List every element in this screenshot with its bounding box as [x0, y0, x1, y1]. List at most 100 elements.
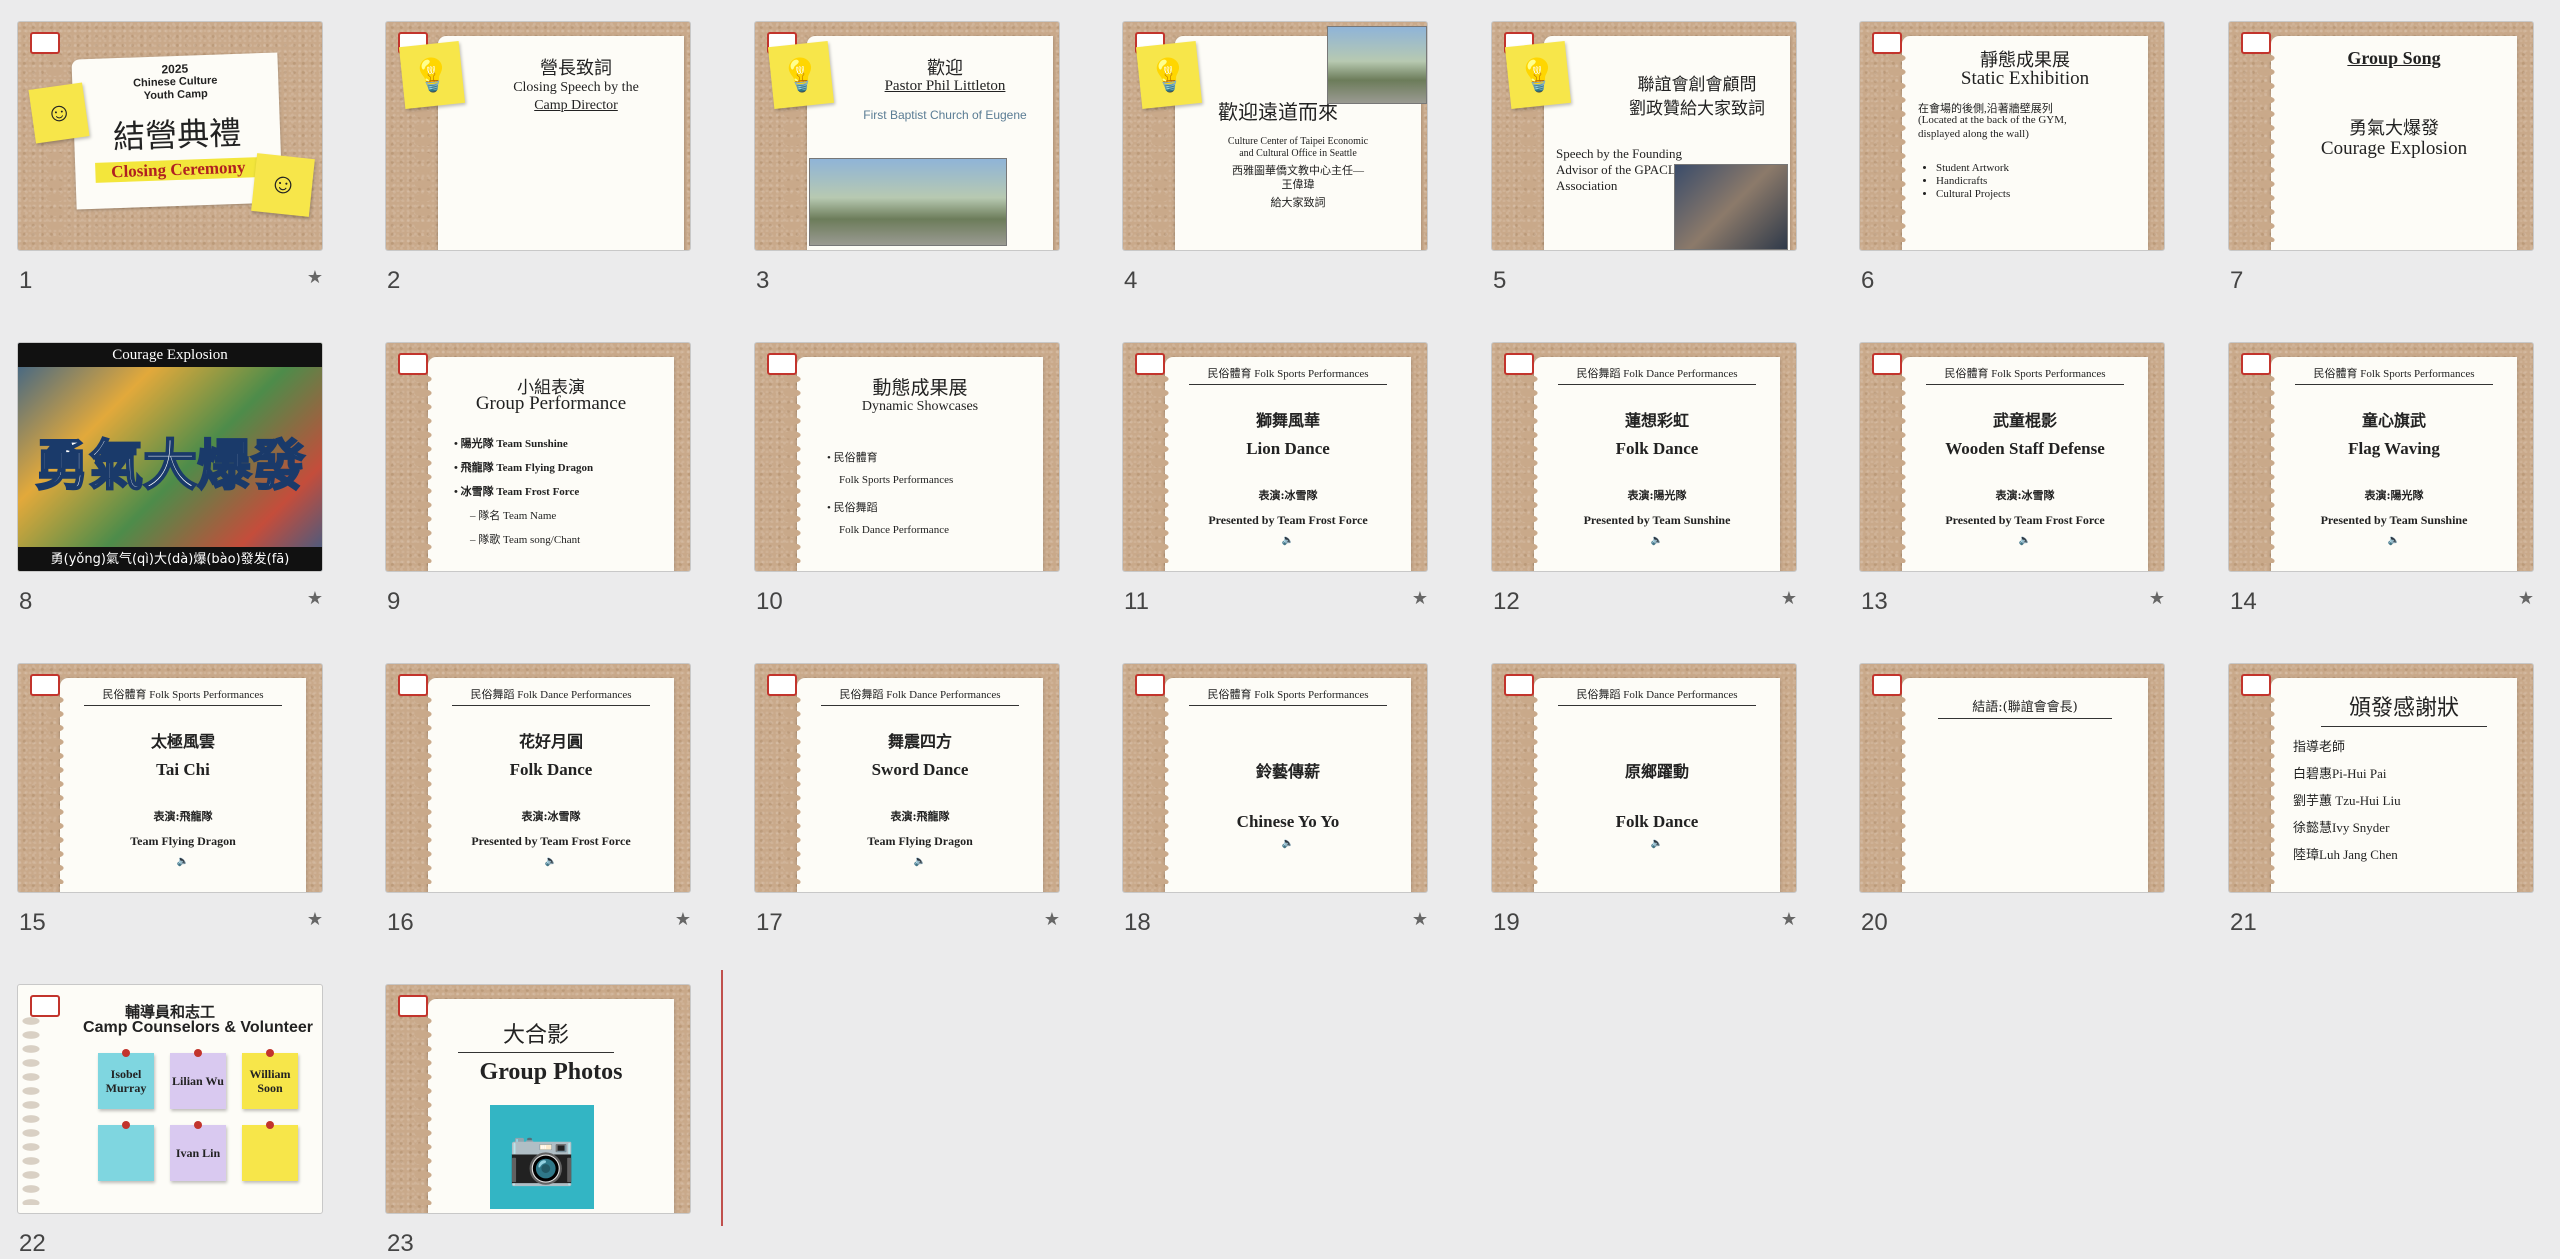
- lightbulb-note-icon: 💡: [1135, 41, 1203, 109]
- spiral-binding: [46, 694, 64, 884]
- slide-item: 營長致詞 Closing Speech by the Camp Director 💡 2: [385, 21, 691, 294]
- group-list-item: • 冰雪隊 Team Frost Force: [454, 486, 580, 498]
- group-list-item: – 隊歌 Team song/Chant: [470, 534, 581, 546]
- slide-title-en1: Closing Speech by the: [513, 80, 639, 95]
- smiley-note-right: ☺: [251, 153, 315, 217]
- audio-icon: 🔈: [544, 856, 558, 867]
- slide-number: 18: [1124, 909, 1151, 936]
- slide-thumbnail[interactable]: 民俗體育 Folk Sports Performances 獅舞風華 Lion Da…: [1122, 342, 1428, 572]
- slide-thumbnail[interactable]: 頒發感謝狀 指導老師 白碧惠Pi-Hui Pai 劉芋蕙 Tzu-Hui Liu 徐懿慧…: [2228, 663, 2534, 893]
- slide-number: 12: [1493, 588, 1520, 615]
- performance-title-cn: 鈴藝傳薪: [1255, 762, 1320, 781]
- performance-title-cn: 童心旗武: [2361, 411, 2426, 430]
- transition-star-icon: ★: [2517, 588, 2534, 608]
- pushpin-icon: [122, 1121, 130, 1129]
- speech-line1: Speech by the Founding: [1556, 146, 1683, 161]
- slide-thumbnail[interactable]: 聯誼會創會顧問 劉政贊給大家致詞 Speech by the Founding Adv…: [1491, 21, 1797, 251]
- performance-title-en: Flag Waving: [2348, 439, 2440, 458]
- slide-title-en: Group Song: [2347, 48, 2441, 68]
- slide-title-en: Static Exhibition: [1960, 68, 2090, 89]
- slide-thumbnail[interactable]: 小組表演 Group Performance • 陽光隊 Team Sunshine…: [385, 342, 691, 572]
- camp-logo-icon: [1504, 353, 1534, 375]
- spiral-binding: [783, 694, 801, 884]
- performer-cn: 表演:飛龍隊: [153, 810, 213, 823]
- lightbulb-note-icon: 💡: [1504, 41, 1572, 109]
- transition-star-icon: ★: [306, 909, 323, 929]
- slide-thumbnail[interactable]: 民俗舞蹈 Folk Dance Performances 原鄉躍動 Folk Dan…: [1491, 663, 1797, 893]
- paper-sheet: 動態成果展 Dynamic Showcases • 民俗體育 Folk Sports …: [797, 357, 1043, 571]
- spiral-binding: [1520, 694, 1538, 884]
- slide-title-en: Group Photos: [479, 1059, 623, 1085]
- paper-sheet: 民俗體育 Folk Sports Performances 太極風雲 Tai Chi…: [60, 678, 306, 892]
- spiral-binding: [46, 52, 64, 242]
- closing-title: 結語:(聯誼會會長): [1938, 696, 2112, 719]
- slide-number: 16: [387, 909, 414, 936]
- slide-thumbnail[interactable]: 民俗體育 Folk Sports Performances 太極風雲 Tai Chi…: [17, 663, 323, 893]
- performance-title-cn: 原鄉躍動: [1624, 762, 1689, 781]
- slide-thumbnail[interactable]: 結語:(聯誼會會長): [1859, 663, 2165, 893]
- slide-thumbnail[interactable]: 民俗舞蹈 Folk Dance Performances 蓮想彩虹 Folk Dan…: [1491, 342, 1797, 572]
- lightbulb-note-icon: 💡: [767, 41, 835, 109]
- spiral-binding: [783, 373, 801, 563]
- performer-en: Team Flying Dragon: [130, 834, 236, 848]
- slide-title-cn1: 聯誼會創會顧問: [1637, 75, 1757, 95]
- slide-thumbnail[interactable]: Group Song 勇氣大爆發 Courage Explosion: [2228, 21, 2534, 251]
- slide-item: 歡迎 Pastor Phil Littleton First Baptist Chu…: [754, 21, 1060, 294]
- slide-thumbnail[interactable]: 民俗體育 Folk Sports Performances 童心旗武 Flag Wa…: [2228, 342, 2534, 572]
- camp-logo-icon: [398, 353, 428, 375]
- slide-number: 14: [2230, 588, 2257, 615]
- slide-thumbnail[interactable]: 民俗舞蹈 Folk Dance Performances 舞震四方 Sword Da…: [754, 663, 1060, 893]
- slide-item: 結語:(聯誼會會長) 20: [1859, 663, 2165, 936]
- camp-logo-icon: [2241, 353, 2271, 375]
- paper-sheet: 2025 Chinese Culture Youth Camp 結營典禮 Closing…: [71, 52, 283, 210]
- slide-item: 大合影 Group Photos 📷 23: [385, 984, 691, 1257]
- slide-title-cn: 大合影: [458, 1017, 614, 1053]
- slide-thumbnail[interactable]: 靜態成果展 Static Exhibition 在會場的後側,沿著牆壁展列 (Loca…: [1859, 21, 2165, 251]
- spiral-binding: [22, 1015, 40, 1205]
- slide-thumbnail[interactable]: 輔導員和志工 Camp Counselors & Volunteer Isobel …: [17, 984, 323, 1214]
- slide-item: 聯誼會創會顧問 劉政贊給大家致詞 Speech by the Founding Adv…: [1491, 21, 1797, 294]
- slide-thumbnail[interactable]: 2025 Chinese Culture Youth Camp 結營典禮 Closing…: [17, 21, 323, 251]
- performer-cn: 表演:陽光隊: [1627, 489, 1687, 502]
- transition-star-icon: ★: [1411, 588, 1428, 608]
- slide-thumbnail[interactable]: 營長致詞 Closing Speech by the Camp Director 💡: [385, 21, 691, 251]
- smiley-note-left: ☺: [28, 82, 90, 144]
- spiral-binding: [414, 373, 432, 563]
- slide-thumbnail[interactable]: 大合影 Group Photos 📷: [385, 984, 691, 1214]
- performance-title-cn: 獅舞風華: [1255, 411, 1320, 430]
- spiral-binding: [2257, 694, 2275, 884]
- performance-category: 民俗體育 Folk Sports Performances: [1926, 365, 2124, 385]
- slide-item: 靜態成果展 Static Exhibition 在會場的後側,沿著牆壁展列 (Loca…: [1859, 21, 2165, 294]
- pushpin-icon: [194, 1049, 202, 1057]
- camp-logo-icon: [1135, 353, 1165, 375]
- performance-title-cn: 舞震四方: [887, 732, 952, 751]
- camera-icon: 📷: [490, 1105, 594, 1209]
- transition-star-icon: ★: [306, 588, 323, 608]
- slide-title-en: Pastor Phil Littleton: [884, 78, 1006, 94]
- counselor-name: Isobel Murray: [105, 1067, 147, 1095]
- church-name: First Baptist Church of Eugene: [863, 108, 1027, 122]
- slide-number: 10: [756, 588, 783, 615]
- slide-thumbnail[interactable]: Courage Explosion 勇氣大爆發 勇(yǒng)氣气(qì)大(dà)…: [17, 342, 323, 572]
- slide-thumbnail[interactable]: 歡迎 Pastor Phil Littleton First Baptist Chu…: [754, 21, 1060, 251]
- slide-thumbnail[interactable]: 民俗體育 Folk Sports Performances 鈴藝傳薪 Chinese…: [1122, 663, 1428, 893]
- slide-thumbnail[interactable]: 歡迎遠道而來 Culture Center of Taipei Economic a…: [1122, 21, 1428, 251]
- slide-number: 13: [1861, 588, 1888, 615]
- counselor-note: [98, 1121, 154, 1181]
- slide-thumbnail[interactable]: 民俗舞蹈 Folk Dance Performances 花好月圓 Folk Dan…: [385, 663, 691, 893]
- camp-logo-icon: [767, 674, 797, 696]
- transition-star-icon: ★: [674, 909, 691, 929]
- slide-title-cn: 頒發感謝狀: [2321, 690, 2487, 727]
- award-name: 劉芋蕙 Tzu-Hui Liu: [2293, 793, 2401, 808]
- slide-item: 民俗舞蹈 Folk Dance Performances 蓮想彩虹 Folk Dan…: [1491, 342, 1797, 615]
- paper-sheet: 民俗舞蹈 Folk Dance Performances 花好月圓 Folk Dan…: [428, 678, 674, 892]
- pushpin-icon: [266, 1049, 274, 1057]
- building-photo: [1327, 26, 1427, 104]
- performer-en: Team Flying Dragon: [867, 834, 973, 848]
- performance-category: 民俗舞蹈 Folk Dance Performances: [821, 686, 1019, 706]
- slide-item: 民俗體育 Folk Sports Performances 武童棍影 Wooden …: [1859, 342, 2165, 615]
- slide-thumbnail[interactable]: 民俗體育 Folk Sports Performances 武童棍影 Wooden …: [1859, 342, 2165, 572]
- slide-thumbnail[interactable]: 動態成果展 Dynamic Showcases • 民俗體育 Folk Sports …: [754, 342, 1060, 572]
- performer-en: Presented by Team Sunshine: [2320, 513, 2468, 527]
- cover-title-cn: 結營典禮: [112, 113, 242, 157]
